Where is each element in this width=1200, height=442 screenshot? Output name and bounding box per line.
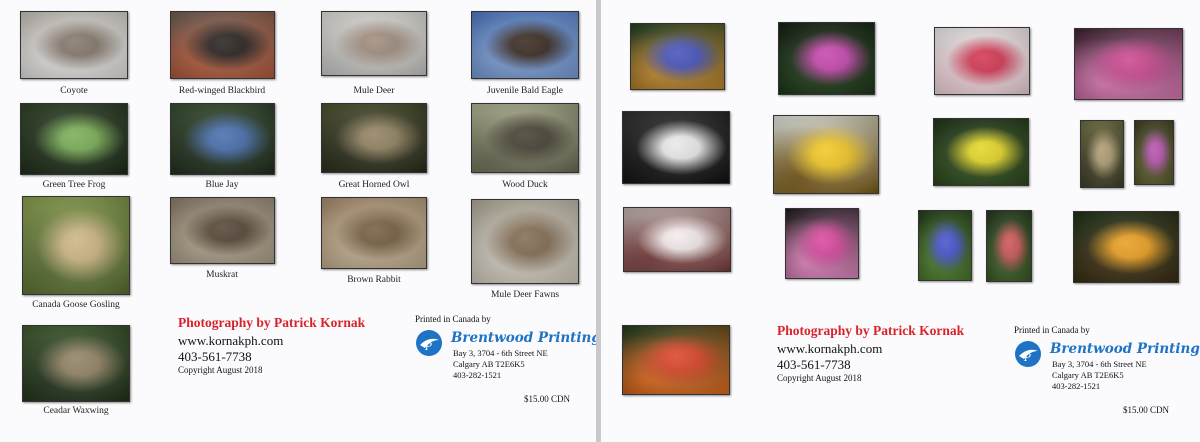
photographer-credit: Photography by Patrick Kornak bbox=[777, 323, 965, 338]
photo-flower-lupine-bee bbox=[630, 23, 725, 90]
caption-wood-duck: Wood Duck bbox=[502, 180, 548, 190]
website: www.kornakph.com bbox=[178, 333, 284, 348]
copyright: Copyright August 2018 bbox=[777, 373, 862, 383]
photo-juvenile-bald-eagle bbox=[471, 11, 579, 79]
photo-flower-orange-lilies bbox=[622, 325, 730, 395]
photo-flower-thistle-bud bbox=[986, 210, 1032, 282]
price: $15.00 CDN bbox=[524, 394, 571, 404]
photo-flower-dahlia bbox=[1074, 28, 1183, 100]
printer-address-2: Calgary AB T2E6K5 bbox=[1052, 370, 1124, 380]
photo-flower-yellow-salsify bbox=[933, 118, 1029, 186]
printer-phone: 403-282-1521 bbox=[1052, 381, 1101, 391]
photo-green-tree-frog bbox=[20, 103, 128, 175]
caption-brown-rabbit: Brown Rabbit bbox=[347, 275, 401, 285]
printer-name: Brentwood Printing bbox=[1050, 341, 1200, 357]
caption-red-winged-blackbird: Red-winged Blackbird bbox=[178, 86, 266, 96]
printer-name: Brentwood Printing bbox=[451, 330, 601, 346]
caption-green-tree-frog: Green Tree Frog bbox=[42, 180, 106, 190]
caption-mule-deer: Mule Deer bbox=[353, 86, 395, 96]
photo-coyote bbox=[20, 11, 128, 79]
photo-flower-sunflower bbox=[1073, 211, 1179, 283]
caption-canada-goose-gosling: Canada Goose Gosling bbox=[32, 300, 120, 310]
photo-great-horned-owl bbox=[321, 103, 427, 173]
photo-flower-pink-aster bbox=[785, 208, 859, 279]
left-page: Coyote Red-winged Blackbird Mule Deer Ju… bbox=[0, 0, 601, 442]
printer-address-2: Calgary AB T2E6K5 bbox=[453, 359, 525, 369]
photo-flower-grass bbox=[1080, 120, 1124, 188]
caption-coyote: Coyote bbox=[60, 86, 88, 96]
brentwood-logo-icon: P bbox=[416, 330, 442, 356]
photo-wood-duck bbox=[471, 103, 579, 173]
copyright: Copyright August 2018 bbox=[178, 365, 263, 375]
photo-flower-lily bbox=[622, 111, 730, 184]
photo-mule-deer-fawns bbox=[471, 199, 579, 284]
printer-intro: Printed in Canada by bbox=[415, 314, 491, 324]
phone: 403-561-7738 bbox=[777, 357, 851, 372]
svg-text:P: P bbox=[1023, 353, 1031, 364]
caption-mule-deer-fawns: Mule Deer Fawns bbox=[490, 290, 560, 300]
photo-canada-goose-gosling bbox=[22, 196, 130, 295]
photo-ceadar-waxwing bbox=[22, 325, 130, 402]
caption-blue-jay: Blue Jay bbox=[205, 180, 239, 190]
printer-address-1: Bay 3, 3704 - 6th Street NE bbox=[453, 348, 548, 358]
printer-phone: 403-282-1521 bbox=[453, 370, 502, 380]
caption-juvenile-bald-eagle: Juvenile Bald Eagle bbox=[487, 86, 563, 96]
photo-flower-magenta-geranium bbox=[778, 22, 875, 95]
photo-red-winged-blackbird bbox=[170, 11, 275, 79]
right-page: Photography by Patrick Kornak www.kornak… bbox=[601, 0, 1200, 442]
photo-mule-deer bbox=[321, 11, 427, 76]
price: $15.00 CDN bbox=[1123, 405, 1170, 415]
photographer-credit: Photography by Patrick Kornak bbox=[178, 315, 366, 330]
photo-flower-crocus bbox=[1134, 120, 1174, 185]
caption-muskrat: Muskrat bbox=[206, 270, 238, 280]
phone: 403-561-7738 bbox=[178, 349, 252, 364]
photo-blue-jay bbox=[170, 103, 275, 175]
printer-address-1: Bay 3, 3704 - 6th Street NE bbox=[1052, 359, 1147, 369]
photo-brown-rabbit bbox=[321, 197, 427, 269]
photo-flower-hoya bbox=[623, 207, 731, 272]
photo-flower-bleeding-heart bbox=[934, 27, 1030, 95]
brentwood-logo-icon: P bbox=[1015, 341, 1041, 367]
printer-intro: Printed in Canada by bbox=[1014, 325, 1090, 335]
website: www.kornakph.com bbox=[777, 341, 883, 356]
photo-flower-yellow-daisy bbox=[773, 115, 879, 194]
photo-flower-cornflower bbox=[918, 210, 972, 281]
caption-great-horned-owl: Great Horned Owl bbox=[338, 180, 410, 190]
svg-text:P: P bbox=[424, 342, 432, 353]
photo-muskrat bbox=[170, 197, 275, 264]
caption-ceadar-waxwing: Ceadar Waxwing bbox=[43, 406, 109, 416]
